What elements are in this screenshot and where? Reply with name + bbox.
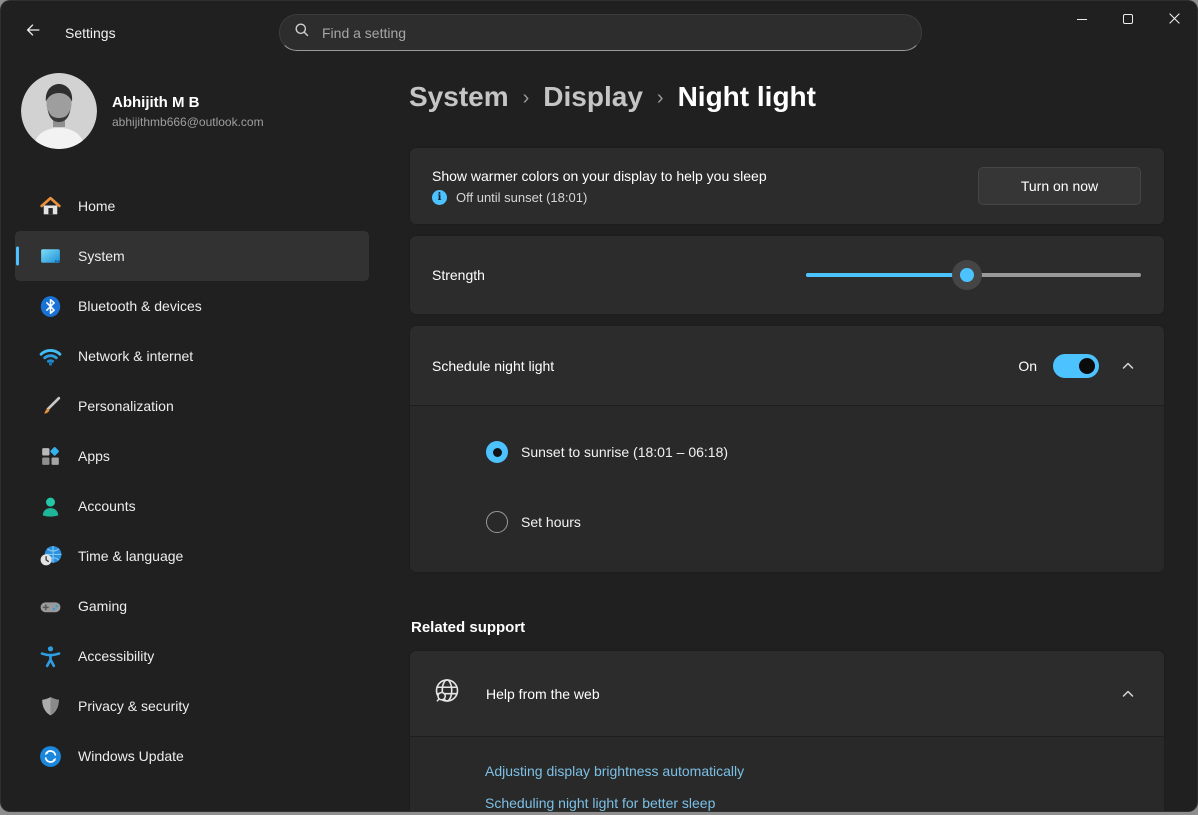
- help-title: Help from the web: [486, 686, 600, 702]
- breadcrumb-display[interactable]: Display: [543, 81, 643, 113]
- sidebar-item-label: Apps: [78, 448, 110, 464]
- night-light-status-card: Show warmer colors on your display to he…: [409, 147, 1165, 225]
- sidebar-item-label: Privacy & security: [78, 698, 189, 714]
- minimize-button[interactable]: [1059, 1, 1105, 41]
- windows-update-icon: [37, 743, 63, 769]
- link-scheduling-night-light[interactable]: Scheduling night light for better sleep: [485, 795, 715, 811]
- time-language-icon: [37, 543, 63, 569]
- back-button[interactable]: [17, 16, 49, 48]
- strength-slider[interactable]: [806, 260, 1141, 290]
- strength-slider-fill: [806, 273, 967, 277]
- profile-name: Abhijith M B: [112, 94, 264, 111]
- accounts-icon: [37, 493, 63, 519]
- sidebar-item-label: Accessibility: [78, 648, 154, 664]
- option-set-hours[interactable]: Set hours: [486, 510, 1164, 534]
- chevron-up-icon[interactable]: [1115, 353, 1140, 378]
- settings-window: Settings: [0, 0, 1198, 812]
- sidebar-item-label: Gaming: [78, 598, 127, 614]
- help-card: Help from the web Adjusting display brig…: [409, 650, 1165, 812]
- avatar: [21, 73, 97, 149]
- sidebar-item-label: Bluetooth & devices: [78, 298, 202, 314]
- search-box[interactable]: [279, 14, 922, 51]
- personalization-icon: [37, 393, 63, 419]
- selected-accent-pill: [16, 247, 19, 266]
- info-icon: i: [432, 190, 447, 205]
- schedule-toggle[interactable]: [1053, 354, 1099, 378]
- maximize-icon: [1122, 12, 1134, 30]
- system-icon: [37, 243, 63, 269]
- link-adjusting-brightness[interactable]: Adjusting display brightness automatical…: [485, 763, 744, 779]
- close-icon: [1168, 12, 1181, 30]
- night-light-description: Show warmer colors on your display to he…: [432, 168, 978, 184]
- breadcrumb-system[interactable]: System: [409, 81, 509, 113]
- sidebar-nav: Home System Bluetooth & devices Net: [1, 181, 381, 781]
- radio-label: Sunset to sunrise (18:01 – 06:18): [521, 444, 728, 460]
- related-support-heading: Related support: [411, 619, 1165, 638]
- minimize-icon: [1076, 12, 1088, 30]
- accessibility-icon: [37, 643, 63, 669]
- network-icon: [37, 343, 63, 369]
- schedule-header[interactable]: Schedule night light On: [410, 326, 1164, 405]
- help-links: Adjusting display brightness automatical…: [410, 737, 1164, 812]
- sidebar-item-label: Personalization: [78, 398, 174, 414]
- profile-email: abhijithmb666@outlook.com: [112, 115, 264, 129]
- search-icon: [294, 22, 322, 43]
- sidebar-item-personalization[interactable]: Personalization: [15, 381, 369, 431]
- radio-unselected-icon[interactable]: [486, 511, 508, 533]
- sidebar-item-windows-update[interactable]: Windows Update: [15, 731, 369, 781]
- sidebar-item-accounts[interactable]: Accounts: [15, 481, 369, 531]
- schedule-options: Sunset to sunrise (18:01 – 06:18) Set ho…: [410, 406, 1164, 572]
- breadcrumb: System › Display › Night light: [409, 79, 1165, 115]
- user-profile[interactable]: Abhijith M B abhijithmb666@outlook.com: [21, 73, 264, 149]
- strength-slider-thumb[interactable]: [952, 260, 982, 290]
- option-sunset-to-sunrise[interactable]: Sunset to sunrise (18:01 – 06:18): [486, 440, 1164, 464]
- apps-icon: [37, 443, 63, 469]
- page-title: Night light: [678, 81, 816, 113]
- sidebar-item-gaming[interactable]: Gaming: [15, 581, 369, 631]
- sidebar-item-label: Time & language: [78, 548, 183, 564]
- sidebar-item-privacy-security[interactable]: Privacy & security: [15, 681, 369, 731]
- sidebar-item-home[interactable]: Home: [15, 181, 369, 231]
- sidebar-item-label: Home: [78, 198, 115, 214]
- sidebar-item-label: Accounts: [78, 498, 136, 514]
- toggle-state-label: On: [1018, 358, 1037, 374]
- toggle-knob: [1079, 358, 1095, 374]
- gaming-icon: [37, 593, 63, 619]
- maximize-button[interactable]: [1105, 1, 1151, 41]
- sidebar-item-time-language[interactable]: Time & language: [15, 531, 369, 581]
- sidebar-item-apps[interactable]: Apps: [15, 431, 369, 481]
- sidebar-item-label: Windows Update: [78, 748, 184, 764]
- privacy-security-icon: [37, 693, 63, 719]
- schedule-label: Schedule night light: [432, 358, 554, 374]
- globe-search-icon: [432, 676, 462, 711]
- strength-card: Strength: [409, 235, 1165, 315]
- app-title: Settings: [65, 25, 116, 41]
- home-icon: [37, 193, 63, 219]
- search-input[interactable]: [322, 25, 907, 41]
- sidebar-item-network-internet[interactable]: Network & internet: [15, 331, 369, 381]
- schedule-card: Schedule night light On: [409, 325, 1165, 573]
- night-light-status: Off until sunset (18:01): [456, 190, 587, 205]
- sidebar-item-accessibility[interactable]: Accessibility: [15, 631, 369, 681]
- breadcrumb-separator: ›: [523, 84, 530, 110]
- radio-label: Set hours: [521, 514, 581, 530]
- main-content: System › Display › Night light Show warm…: [381, 51, 1197, 811]
- sidebar-item-label: Network & internet: [78, 348, 193, 364]
- help-header[interactable]: Help from the web: [410, 651, 1164, 736]
- chevron-up-icon[interactable]: [1115, 681, 1140, 706]
- turn-on-now-button[interactable]: Turn on now: [978, 167, 1141, 205]
- sidebar-item-system[interactable]: System: [15, 231, 369, 281]
- radio-selected-icon[interactable]: [486, 441, 508, 463]
- bluetooth-icon: [37, 293, 63, 319]
- sidebar-item-bluetooth-devices[interactable]: Bluetooth & devices: [15, 281, 369, 331]
- sidebar: Abhijith M B abhijithmb666@outlook.com H…: [1, 51, 381, 811]
- strength-label: Strength: [432, 267, 485, 283]
- back-arrow-icon: [24, 21, 42, 44]
- close-button[interactable]: [1151, 1, 1197, 41]
- window-controls: [1059, 1, 1197, 41]
- sidebar-item-label: System: [78, 248, 125, 264]
- breadcrumb-separator: ›: [657, 84, 664, 110]
